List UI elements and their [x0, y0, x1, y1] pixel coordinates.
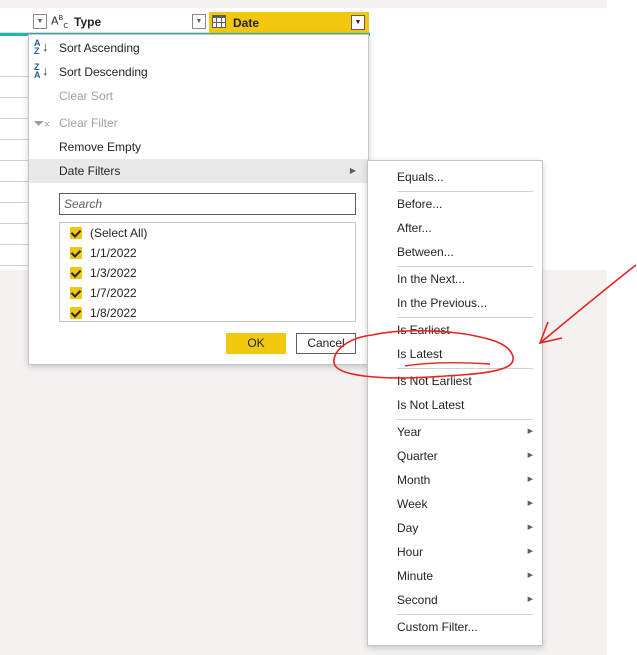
submenu-item-year[interactable]: Year ▶ — [368, 420, 542, 444]
submenu-item-day[interactable]: Day ▶ — [368, 516, 542, 540]
submenu-item-month[interactable]: Month ▶ — [368, 468, 542, 492]
remove-empty-item[interactable]: Remove Empty — [29, 135, 368, 159]
clear-filter-icon: ⏷✕ — [34, 116, 51, 130]
chevron-right-icon: ▶ — [527, 476, 533, 483]
sort-ascending-item[interactable]: A Z ↓ Sort Ascending — [29, 36, 368, 60]
checkbox-checked-icon[interactable] — [70, 307, 82, 319]
checklist-item[interactable]: 1/1/2022 — [68, 243, 137, 263]
checkbox-checked-icon[interactable] — [70, 247, 82, 259]
value-checklist: (Select All) 1/1/2022 1/3/2022 1/7/2022 … — [59, 222, 356, 322]
submenu-item-in-the-previous[interactable]: In the Previous... — [368, 291, 542, 315]
checkbox-checked-icon[interactable] — [70, 227, 82, 239]
checklist-item[interactable]: 1/3/2022 — [68, 263, 137, 283]
chevron-right-icon: ▶ — [527, 428, 533, 435]
prev-column-dropdown-button[interactable]: ▼ — [33, 14, 47, 29]
type-column-dropdown-button[interactable]: ▼ — [192, 14, 206, 29]
submenu-item-after[interactable]: After... — [368, 216, 542, 240]
abc-text-type-icon[interactable]: ABC — [51, 14, 68, 30]
chevron-right-icon: ▶ — [527, 596, 533, 603]
chevron-right-icon: ▶ — [349, 166, 356, 175]
submenu-item-in-the-next[interactable]: In the Next... — [368, 267, 542, 291]
chevron-right-icon: ▶ — [527, 572, 533, 579]
date-column-label: Date — [233, 16, 260, 30]
sort-ascending-icon: A Z ↓ — [34, 38, 49, 56]
ok-button[interactable]: OK — [226, 333, 286, 354]
chevron-right-icon: ▶ — [527, 452, 533, 459]
calendar-icon — [212, 15, 226, 28]
submenu-item-second[interactable]: Second ▶ — [368, 588, 542, 612]
date-column-dropdown-button[interactable]: ▼ — [351, 15, 365, 30]
sort-descending-item[interactable]: Z A ↓ Sort Descending — [29, 60, 368, 84]
submenu-item-between[interactable]: Between... — [368, 240, 542, 264]
submenu-item-equals[interactable]: Equals... — [368, 165, 542, 189]
checkbox-checked-icon[interactable] — [70, 287, 82, 299]
type-column-header[interactable]: Type — [74, 15, 101, 29]
chevron-right-icon: ▶ — [527, 524, 533, 531]
grid-row-lines — [0, 56, 30, 266]
date-filters-item[interactable]: Date Filters ▶ — [29, 159, 368, 183]
submenu-item-custom-filter[interactable]: Custom Filter... — [368, 615, 542, 639]
submenu-item-is-earliest[interactable]: Is Earliest — [368, 318, 542, 342]
chevron-right-icon: ▶ — [527, 548, 533, 555]
submenu-item-minute[interactable]: Minute ▶ — [368, 564, 542, 588]
submenu-item-hour[interactable]: Hour ▶ — [368, 540, 542, 564]
checklist-item[interactable]: 1/7/2022 — [68, 283, 137, 303]
date-column-header[interactable]: Date ▼ — [209, 12, 369, 33]
clear-filter-item[interactable]: ⏷✕ Clear Filter — [29, 111, 368, 135]
checklist-item[interactable]: 1/8/2022 — [68, 303, 137, 321]
checkbox-checked-icon[interactable] — [70, 267, 82, 279]
submenu-item-before[interactable]: Before... — [368, 192, 542, 216]
submenu-item-quarter[interactable]: Quarter ▶ — [368, 444, 542, 468]
submenu-item-is-not-earliest[interactable]: Is Not Earliest — [368, 369, 542, 393]
date-filters-submenu: Equals... Before... After... Between... … — [367, 160, 543, 646]
checklist-item[interactable]: (Select All) — [68, 223, 147, 243]
clear-sort-item[interactable]: Clear Sort — [29, 84, 368, 108]
submenu-item-week[interactable]: Week ▶ — [368, 492, 542, 516]
submenu-item-is-not-latest[interactable]: Is Not Latest — [368, 393, 542, 417]
search-input[interactable]: Search — [59, 193, 356, 215]
sort-descending-icon: Z A ↓ — [34, 62, 49, 80]
submenu-item-is-latest[interactable]: Is Latest — [368, 342, 542, 366]
column-filter-menu: A Z ↓ Sort Ascending Z A ↓ Sort Descending C… — [28, 34, 369, 365]
chevron-right-icon: ▶ — [527, 500, 533, 507]
cancel-button[interactable]: Cancel — [296, 333, 356, 354]
